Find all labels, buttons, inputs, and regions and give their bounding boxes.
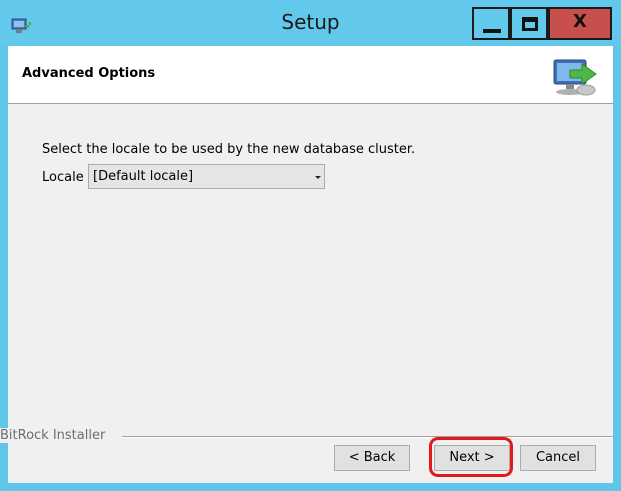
footer-divider [122, 436, 613, 438]
locale-selected-value: [Default locale] [93, 169, 194, 184]
next-button-highlight [429, 437, 513, 477]
chevron-down-icon [315, 176, 321, 179]
instruction-text: Select the locale to be used by the new … [42, 142, 416, 157]
dialog-client-area: Advanced Options Select the locale to be… [0, 46, 613, 483]
page-title: Advanced Options [22, 66, 156, 81]
maximize-button[interactable] [510, 7, 548, 40]
minimize-button[interactable] [472, 7, 510, 40]
maximize-icon [522, 17, 538, 31]
installer-brand-label: BitRock Installer [0, 428, 110, 443]
computer-transfer-icon [553, 59, 597, 96]
close-button[interactable]: X [548, 7, 612, 40]
minimize-icon [483, 29, 501, 33]
cancel-button[interactable]: Cancel [520, 445, 596, 471]
title-bar[interactable]: Setup X [0, 0, 621, 46]
setup-window: Setup X Advanced Options Select the loca… [0, 0, 621, 491]
close-icon: X [573, 11, 587, 32]
back-button[interactable]: < Back [334, 445, 410, 471]
page-header: Advanced Options [8, 46, 613, 104]
locale-label: Locale [42, 170, 84, 185]
locale-dropdown[interactable]: [Default locale] [88, 164, 325, 189]
